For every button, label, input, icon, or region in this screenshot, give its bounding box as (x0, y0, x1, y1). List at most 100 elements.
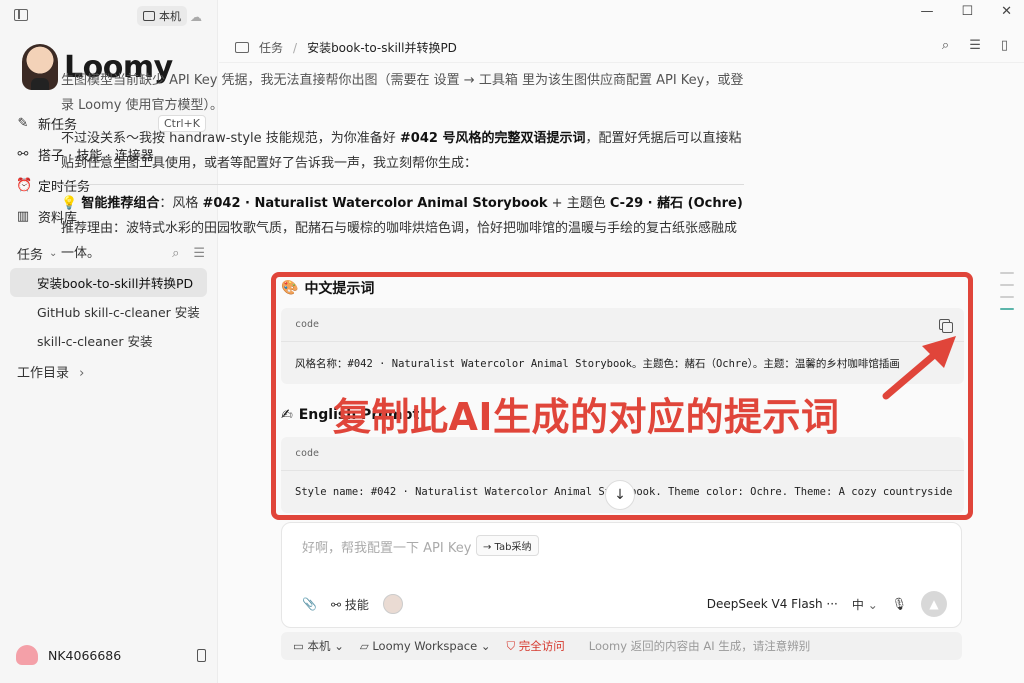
zh-code-block: code 风格名称：#042 · Naturalist Watercolor A… (281, 308, 964, 384)
breadcrumb-current: 安装book-to-skill并转换PD (307, 41, 457, 55)
text-segment: ：风格 (159, 196, 203, 211)
window-controls: — ☐ ✕ (920, 4, 1012, 19)
message-content: 生图模型当前缺少 API Key 凭据，我无法直接帮你出图（需要在 设置 → 工… (61, 68, 744, 266)
skills-button[interactable]: ⚯ 技能 (331, 596, 369, 613)
local-label: 本机 (159, 10, 181, 23)
palette-icon: 🎨 (281, 280, 299, 296)
header-tools: ⌕ ☰ ▯ (942, 38, 1008, 53)
task-item[interactable]: GitHub skill-c-cleaner 安装 (10, 297, 207, 326)
zh-heading: 中文提示词 (304, 281, 375, 297)
search-icon[interactable]: ⌕ (942, 38, 949, 53)
alarm-icon: ⏰ (16, 178, 33, 193)
header-divider (219, 62, 1024, 63)
tasks-label: 任务 (17, 248, 44, 263)
cloud-icon[interactable]: ☁ (190, 10, 202, 24)
task-label: skill-c-cleaner 安装 (37, 334, 153, 349)
language-label: 中 (851, 597, 864, 612)
rec-color: C-29 · 赭石 (Ochre) (609, 196, 743, 211)
task-item[interactable]: 安装book-to-skill并转换PD (10, 268, 207, 297)
rec-label: 智能推荐组合 (81, 196, 160, 211)
text-bold: #042 号风格的完整双语提示词 (399, 131, 586, 146)
scroll-down-button[interactable]: ↓ (605, 480, 635, 510)
panel-toggle-icon[interactable]: ▯ (1001, 38, 1008, 53)
copy-icon[interactable] (939, 319, 953, 333)
send-button[interactable]: ▲ (921, 591, 947, 617)
shield-icon: ⛉ (506, 639, 516, 653)
machine-label: 本机 (307, 639, 331, 653)
breadcrumb: 任务 / 安装book-to-skill并转换PD (235, 39, 457, 56)
minimize-icon[interactable]: — (920, 4, 933, 19)
skills-icon: ⚯ (330, 597, 342, 612)
chevron-right-icon: › (79, 366, 85, 381)
minimap-line (1000, 272, 1014, 274)
rec-style: #042 · Naturalist Watercolor Animal Stor… (202, 196, 548, 211)
message-paragraph: 不过没关系～我按 handraw-style 技能规范，为你准备好 #042 号… (61, 126, 744, 176)
status-bar: ▭ 本机 ⌄ ▱ Loomy Workspace ⌄ ⛉ 完全访问 Loomy … (281, 632, 962, 660)
send-icon: ▲ (929, 597, 939, 611)
microphone-icon[interactable]: 🎙 (892, 597, 907, 611)
access-mode[interactable]: ⛉ 完全访问 (506, 638, 564, 654)
lightbulb-icon: 💡 (61, 196, 78, 211)
zh-section-heading: 🎨 中文提示词 (281, 278, 374, 298)
breadcrumb-root[interactable]: 任务 (259, 39, 283, 56)
code-content[interactable]: 风格名称：#042 · Naturalist Watercolor Animal… (281, 342, 964, 384)
workspace-selector[interactable]: ▱ Loomy Workspace ⌄ (360, 639, 491, 653)
minimap-line (1000, 284, 1014, 286)
sidebar-toggle-icon[interactable] (14, 9, 28, 21)
composer-placeholder[interactable]: 好啊，帮我配置一下 API Key (302, 537, 471, 556)
chevron-down-icon: ⌄ (480, 639, 491, 653)
recommendation: 💡 智能推荐组合：风格 #042 · Naturalist Watercolor… (61, 191, 744, 216)
chevron-down-icon: ⌄ (867, 597, 878, 612)
local-machine-chip[interactable]: 本机 (137, 6, 187, 26)
annotation-text: 复制此AI生成的对应的提示词 (333, 395, 840, 439)
breadcrumb-separator: / (293, 40, 298, 55)
pen-icon: ✍ (281, 407, 293, 423)
attachment-icon[interactable]: 📎 (302, 597, 317, 611)
access-label: 完全访问 (518, 639, 565, 653)
language-selector[interactable]: 中 ⌄ (852, 596, 878, 613)
workspace-label: Loomy Workspace (372, 639, 478, 653)
logo-avatar-icon (22, 44, 58, 90)
chevron-down-icon: ⌄ (334, 639, 344, 653)
tab-accept-hint[interactable]: → Tab采纳 (476, 535, 539, 556)
chevron-down-icon: ⌄ (49, 248, 58, 259)
octopus-avatar-icon (16, 645, 38, 665)
ai-disclaimer: Loomy 返回的内容由 AI 生成，请注意辨别 (588, 639, 811, 653)
task-item[interactable]: skill-c-cleaner 安装 (10, 326, 207, 355)
code-label: code (295, 448, 320, 459)
task-list: 安装book-to-skill并转换PD GitHub skill-c-clea… (10, 268, 207, 355)
monitor-icon (143, 11, 155, 21)
recommendation-reason: 推荐理由：波特式水彩的田园牧歌气质，配赭石与暖棕的咖啡烘焙色调，恰好把咖啡馆的温… (61, 221, 738, 261)
model-selector[interactable]: DeepSeek V4 Flash ··· (707, 597, 838, 611)
library-icon: ▥ (16, 209, 30, 224)
message-paragraph: 生图模型当前缺少 API Key 凭据，我无法直接帮你出图（需要在 设置 → 工… (61, 73, 744, 113)
edit-icon: ✎ (17, 116, 29, 131)
composer-toolbar: 📎 ⚯ 技能 DeepSeek V4 Flash ··· 中 ⌄ 🎙 ▲ (302, 591, 947, 617)
minimap-line (1000, 296, 1014, 298)
folder-icon (235, 42, 249, 53)
connector-icon: ⚯ (17, 147, 29, 162)
code-header: code (281, 437, 964, 471)
code-label: code (295, 319, 320, 330)
composer[interactable]: 好啊，帮我配置一下 API Key → Tab采纳 📎 ⚯ 技能 DeepSee… (281, 522, 962, 628)
folder-icon: ▱ (359, 639, 369, 653)
user-profile[interactable]: NK4066686 (16, 645, 206, 665)
agent-avatar[interactable] (382, 594, 403, 614)
machine-selector[interactable]: ▭ 本机 ⌄ (293, 638, 344, 654)
maximize-icon[interactable]: ☐ (961, 4, 973, 19)
scroll-minimap[interactable] (1000, 272, 1014, 320)
task-label: GitHub skill-c-cleaner 安装 (37, 305, 200, 320)
task-label: 安装book-to-skill并转换PD (37, 276, 194, 291)
sidebar-topbar: 本机 ☁ (0, 6, 217, 28)
text-segment: 不过没关系～我按 handraw-style 技能规范，为你准备好 (61, 131, 400, 146)
workdir-section[interactable]: 工作目录 › (17, 362, 84, 381)
arrow-down-icon: ↓ (614, 487, 626, 503)
divider (61, 184, 744, 185)
workdir-label: 工作目录 (17, 366, 70, 381)
outline-icon[interactable]: ☰ (969, 38, 981, 53)
annotation-arrow-icon (882, 336, 956, 400)
skills-label: 技能 (344, 597, 369, 612)
phone-icon[interactable] (197, 648, 206, 662)
close-icon[interactable]: ✕ (1001, 4, 1012, 19)
text-segment: + 主题色 (547, 196, 610, 211)
